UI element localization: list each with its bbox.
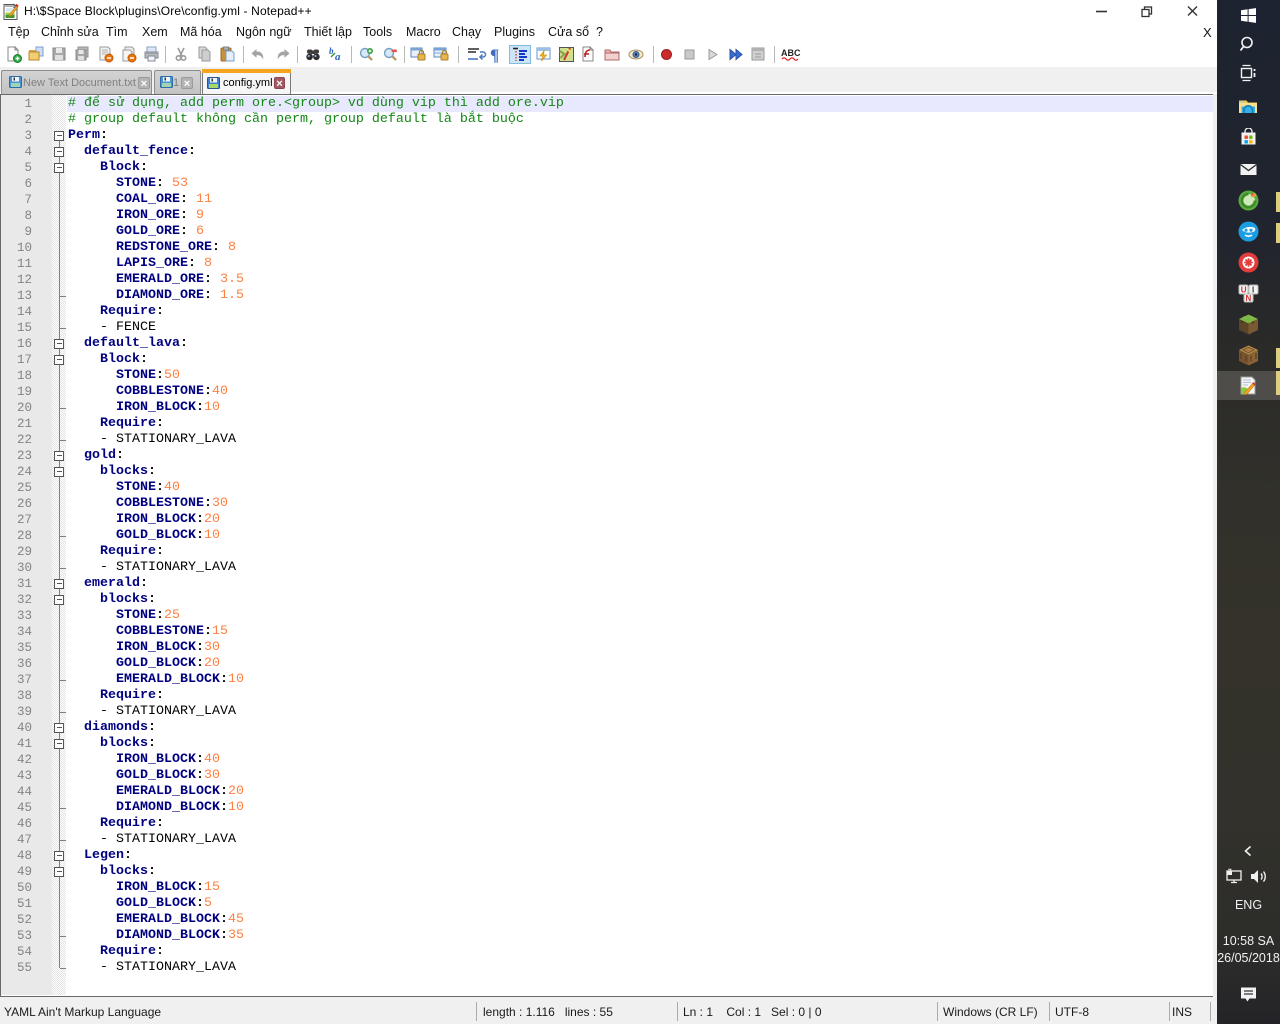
svg-text:a: a	[335, 51, 341, 63]
svg-text:¶: ¶	[490, 46, 499, 63]
svg-text:N: N	[1246, 294, 1252, 303]
svg-text:I: I	[1252, 285, 1254, 294]
svg-text:U: U	[1241, 285, 1247, 294]
svg-text:ABC: ABC	[781, 48, 801, 58]
